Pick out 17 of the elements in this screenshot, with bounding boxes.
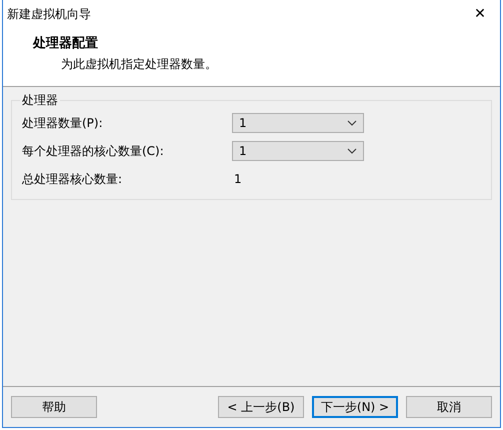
wizard-button[interactable]: 取消: [406, 396, 492, 418]
page-title: 处理器配置: [33, 35, 99, 52]
group-title: 处理器: [21, 92, 59, 109]
total-value: 1: [233, 172, 242, 186]
dropdown[interactable]: 1: [232, 113, 364, 133]
help-button[interactable]: 帮助: [11, 396, 97, 418]
dropdown[interactable]: 1: [232, 141, 364, 161]
window-title: 新建虚拟机向导: [7, 6, 91, 22]
field-label: 处理器数量(P):: [22, 114, 104, 132]
wizard-button[interactable]: 下一步(N) >: [312, 396, 398, 418]
page-subtitle: 为此虚拟机指定处理器数量。: [60, 56, 218, 73]
field-label: 每个处理器的核心数量(C):: [22, 142, 165, 160]
field-label: 总处理器核心数量:: [22, 170, 124, 188]
wizard-button[interactable]: < 上一步(B): [218, 396, 304, 418]
close-button[interactable]: ✕: [460, 0, 500, 28]
chevron-down-icon: [347, 148, 357, 154]
chevron-down-icon: [347, 120, 357, 126]
